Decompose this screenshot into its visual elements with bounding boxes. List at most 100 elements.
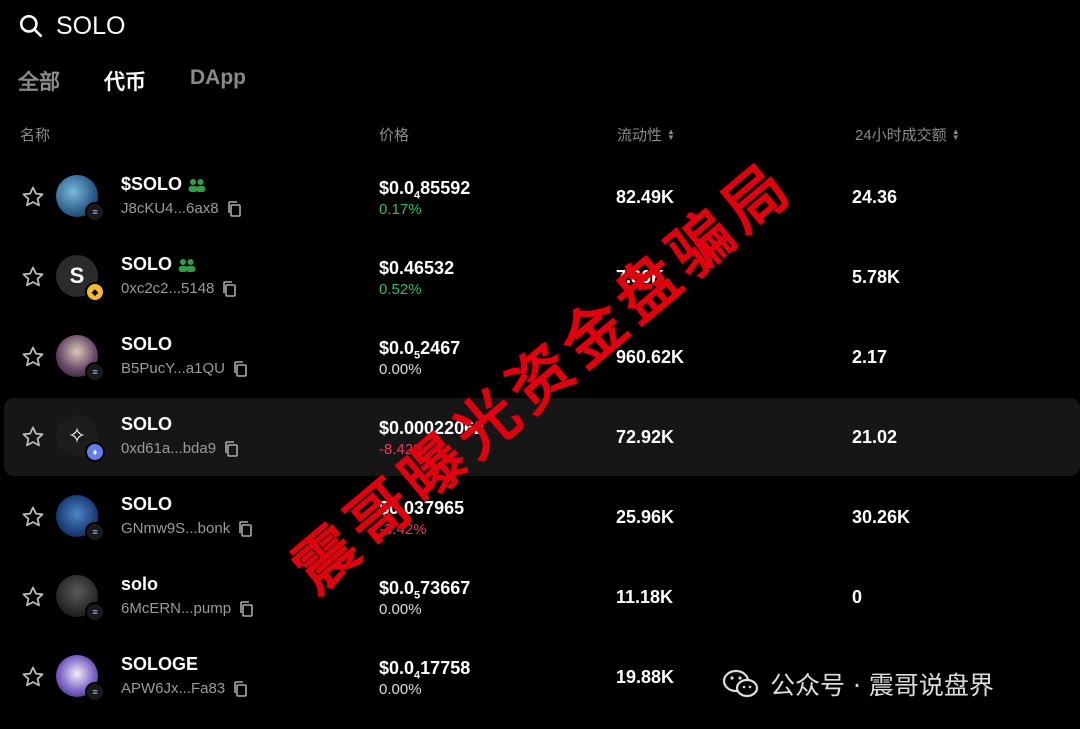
liquidity-value: 19.88K [616, 667, 675, 687]
search-input[interactable] [56, 11, 356, 41]
token-price: $0.037965 [379, 498, 465, 518]
column-header-liquidity[interactable]: 流动性 ▲ ▼ [617, 124, 675, 145]
price-change: 0.00% [379, 681, 422, 698]
address-text: 6McERN...pump [121, 600, 232, 617]
bnb-chain-icon: ◆ [85, 282, 105, 302]
contract-address: 6McERN...pump [121, 600, 253, 617]
contract-address: APW6Jx...Fa83 [121, 680, 248, 697]
token-symbol-wrap: SOLO [121, 494, 172, 515]
tab-all[interactable]: 全部 [18, 66, 60, 96]
address-text: B5PucY...a1QU [121, 360, 225, 377]
liquidity-value: 11.18K [616, 587, 674, 607]
people-icon [188, 178, 206, 192]
category-tabs: 全部 代币 DApp [18, 66, 246, 96]
sort-arrows-icon[interactable]: ▲ ▼ [952, 127, 960, 141]
copy-icon[interactable] [238, 520, 253, 537]
address-text: GNmw9S...bonk [121, 520, 231, 537]
tab-dapp[interactable]: DApp [190, 66, 246, 96]
token-price: $0.00022062 [379, 418, 485, 438]
contract-address: GNmw9S...bonk [121, 520, 253, 537]
token-row[interactable]: ✧ ♦ SOLO 0xd61a...bda9 $0.00022062 -8.42% 72.9… [4, 398, 1080, 476]
volume-24h-value: 30.26K [852, 507, 911, 527]
address-text: 0xd61a...bda9 [121, 440, 217, 457]
price-change: -3.42% [379, 521, 427, 538]
search-bar[interactable] [18, 10, 356, 42]
token-price: $0.052467 [379, 338, 461, 362]
price-change: 0.52% [379, 281, 422, 298]
token-symbol-wrap: SOLOGE [121, 654, 198, 675]
solana-chain-icon: ≡ [85, 202, 105, 222]
token-price: $0.0485592 [379, 178, 471, 202]
solana-chain-icon: ≡ [85, 522, 105, 542]
address-text: APW6Jx...Fa83 [121, 680, 226, 697]
column-header-name: 名称 [20, 127, 51, 144]
token-price: $0.0417758 [379, 658, 471, 682]
ethereum-chain-icon: ♦ [85, 442, 105, 462]
token-symbol: SOLOGE [121, 654, 199, 674]
liquidity-value: 7.36K [616, 267, 665, 287]
sort-arrows-icon[interactable]: ▲ ▼ [667, 127, 675, 141]
copy-icon[interactable] [239, 600, 253, 617]
favorite-star-icon[interactable] [21, 345, 45, 369]
address-text: 0xc2c2...5148 [121, 280, 215, 297]
token-price: $0.46532 [379, 258, 455, 278]
token-symbol-wrap: solo [121, 574, 158, 595]
favorite-star-icon[interactable] [21, 265, 45, 289]
token-row[interactable]: ≡ $SOLO J8cKU4...6ax8 $0.0485592 0.17% 82.49K… [4, 158, 1080, 236]
token-symbol: solo [121, 574, 159, 594]
wechat-account-label: 公众号 · 震哥说盘界 [770, 671, 994, 700]
favorite-star-icon[interactable] [21, 505, 45, 529]
token-symbol: SOLO [121, 334, 173, 354]
token-symbol: SOLO [121, 254, 173, 274]
solana-chain-icon: ≡ [85, 682, 105, 702]
liquidity-value: 960.62K [616, 347, 685, 367]
favorite-star-icon[interactable] [21, 185, 45, 209]
contract-address: 0xc2c2...5148 [121, 280, 237, 297]
volume-24h-value: 24.36 [852, 187, 898, 207]
volume-24h-value: 0 [852, 587, 863, 607]
contract-address: 0xd61a...bda9 [121, 440, 238, 457]
copy-icon[interactable] [233, 360, 247, 377]
volume-24h-value: 5.78K [852, 267, 901, 287]
token-row[interactable]: ≡ SOLO GNmw9S...bonk $0.037965 -3.42% 25.96K 3… [4, 478, 1080, 556]
price-change: -8.42% [379, 441, 427, 458]
wechat-icon [722, 669, 759, 698]
contract-address: J8cKU4...6ax8 [121, 200, 241, 217]
copy-icon[interactable] [224, 440, 238, 457]
copy-icon[interactable] [227, 200, 241, 217]
contract-address: B5PucY...a1QU [121, 360, 247, 377]
token-price: $0.0573667 [379, 578, 471, 602]
token-symbol-wrap: $SOLO [121, 174, 206, 195]
solana-chain-icon: ≡ [85, 362, 105, 382]
token-row[interactable]: S ◆ SOLO 0xc2c2...5148 $0.46532 0.52% 7.36K 5.7… [4, 238, 1080, 316]
favorite-star-icon[interactable] [21, 665, 45, 689]
copy-icon[interactable] [233, 680, 248, 697]
people-icon [178, 258, 196, 272]
address-text: J8cKU4...6ax8 [121, 200, 219, 217]
volume-24h-value: 21.02 [852, 427, 898, 447]
price-change: 0.17% [379, 201, 422, 218]
token-symbol: SOLO [121, 494, 173, 514]
column-header-volume[interactable]: 24小时成交额 ▲ ▼ [855, 124, 960, 145]
favorite-star-icon[interactable] [21, 585, 45, 609]
favorite-star-icon[interactable] [21, 425, 45, 449]
price-change: 0.00% [379, 601, 422, 618]
price-change: 0.00% [379, 361, 422, 378]
token-symbol-wrap: SOLO [121, 254, 196, 275]
token-symbol-wrap: SOLO [121, 414, 172, 435]
token-row[interactable]: ≡ SOLO B5PucY...a1QU $0.052467 0.00% 960.62K 2… [4, 318, 1080, 396]
search-icon [19, 14, 43, 38]
liquidity-value: 82.49K [616, 187, 675, 207]
token-symbol: SOLO [121, 414, 173, 434]
solana-chain-icon: ≡ [85, 602, 105, 622]
wechat-account-watermark: 公众号 · 震哥说盘界 [722, 666, 994, 702]
copy-icon[interactable] [222, 280, 237, 297]
token-symbol: $SOLO [121, 174, 183, 194]
liquidity-value: 72.92K [616, 427, 675, 447]
volume-24h-value: 2.17 [852, 347, 888, 367]
token-symbol-wrap: SOLO [121, 334, 172, 355]
liquidity-value: 25.96K [616, 507, 675, 527]
token-row[interactable]: ≡ solo 6McERN...pump $0.0573667 0.00% 11.18K 0 [4, 558, 1080, 636]
tab-tokens[interactable]: 代币 [104, 66, 146, 96]
column-header-price: 价格 [379, 127, 410, 144]
